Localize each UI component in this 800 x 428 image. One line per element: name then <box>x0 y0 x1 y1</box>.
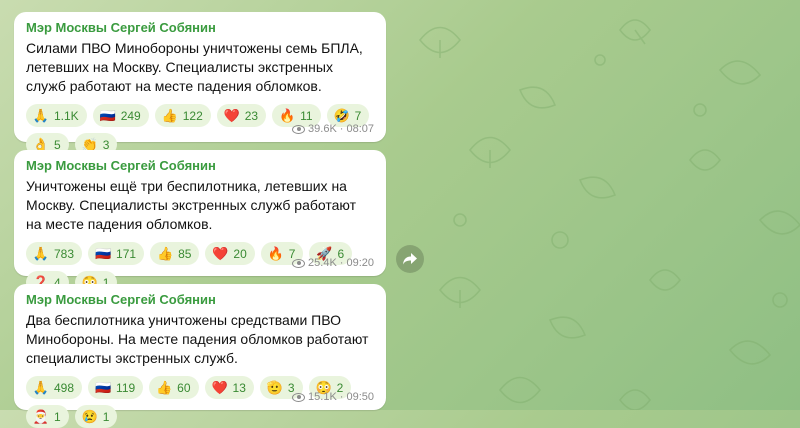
thumbs-up-icon: 👍 <box>156 380 173 395</box>
message-meta: 25.4K · 09:20 <box>292 257 374 269</box>
crying-face-icon: 😢 <box>81 409 98 424</box>
message-bubble[interactable]: Мэр Москвы Сергей Собянин Уничтожены ещё… <box>14 150 386 294</box>
view-count: 25.4K <box>308 257 337 269</box>
message-text: Два беспилотника уничтожены средствами П… <box>26 312 369 366</box>
message-time: 08:07 <box>346 123 374 135</box>
reaction-thumbs-up[interactable]: 👍 122 <box>154 104 211 127</box>
reaction-russia-flag[interactable]: 🇷🇺 119 <box>88 376 144 399</box>
russia-flag-icon: 🇷🇺 <box>99 108 116 123</box>
reaction-count: 171 <box>116 246 137 261</box>
reaction-heart[interactable]: ❤️ 13 <box>204 376 254 399</box>
reaction-count: 85 <box>178 246 192 261</box>
reaction-pray[interactable]: 🙏 1.1K <box>26 104 87 127</box>
reaction-pray[interactable]: 🙏 783 <box>26 242 83 265</box>
santa-icon: 🎅 <box>32 409 50 424</box>
pray-icon: 🙏 <box>32 108 50 123</box>
reaction-count: 23 <box>244 108 259 123</box>
message-author[interactable]: Мэр Москвы Сергей Собянин <box>26 20 374 36</box>
message-text: Уничтожены ещё три беспилотника, летевши… <box>26 178 356 232</box>
message-author[interactable]: Мэр Москвы Сергей Собянин <box>26 292 374 308</box>
meta-separator: · <box>339 257 344 269</box>
reaction-count: 1.1K <box>54 108 79 123</box>
meta-separator: · <box>339 123 344 135</box>
reaction-russia-flag[interactable]: 🇷🇺 171 <box>88 242 145 265</box>
heart-icon: ❤️ <box>212 246 229 261</box>
reaction-heart[interactable]: ❤️ 20 <box>205 242 255 265</box>
reaction-heart[interactable]: ❤️ 23 <box>216 104 267 127</box>
russia-flag-icon: 🇷🇺 <box>94 380 112 395</box>
salute-face-icon: 🫡 <box>266 380 283 395</box>
message-time: 09:50 <box>346 391 374 403</box>
reaction-count: 249 <box>120 108 141 123</box>
reaction-thumbs-up[interactable]: 👍 60 <box>149 376 199 399</box>
message-time: 09:20 <box>346 257 374 269</box>
reaction-count: 498 <box>54 380 75 395</box>
reaction-pray[interactable]: 🙏 498 <box>26 376 83 399</box>
reaction-russia-flag[interactable]: 🇷🇺 249 <box>92 104 149 127</box>
heart-icon: ❤️ <box>223 108 240 123</box>
reaction-count: 11 <box>300 108 313 123</box>
reaction-count: 1 <box>102 409 110 424</box>
reaction-crying[interactable]: 😢 1 <box>74 405 118 428</box>
heart-icon: ❤️ <box>211 380 228 395</box>
message-bubble[interactable]: Мэр Москвы Сергей Собянин Силами ПВО Мин… <box>14 12 386 156</box>
forward-button[interactable] <box>396 245 424 273</box>
reaction-count: 119 <box>116 380 136 395</box>
thumbs-up-icon: 👍 <box>161 108 178 123</box>
reaction-count: 60 <box>177 380 191 395</box>
reaction-count: 20 <box>233 246 247 261</box>
message-author[interactable]: Мэр Москвы Сергей Собянин <box>26 158 374 174</box>
meta-separator: · <box>339 391 344 403</box>
message-bubble[interactable]: Мэр Москвы Сергей Собянин Два беспилотни… <box>14 284 386 428</box>
fire-icon: 🔥 <box>267 246 284 261</box>
view-count: 39.6K <box>308 123 337 135</box>
reaction-count: 122 <box>182 108 203 123</box>
thumbs-up-icon: 👍 <box>156 246 174 261</box>
laughing-face-icon: 🤣 <box>333 108 350 123</box>
pray-icon: 🙏 <box>32 380 50 395</box>
view-count: 15.1K <box>308 391 337 403</box>
reaction-count: 783 <box>54 246 75 261</box>
views-eye-icon <box>292 258 306 268</box>
reaction-thumbs-up[interactable]: 👍 85 <box>150 242 200 265</box>
fire-icon: 🔥 <box>279 108 296 123</box>
message-meta: 39.6K · 08:07 <box>292 123 374 135</box>
reaction-count: 13 <box>232 380 246 395</box>
russia-flag-icon: 🇷🇺 <box>94 246 112 261</box>
reaction-count: 1 <box>54 409 61 424</box>
message-meta: 15.1K · 09:50 <box>292 391 374 403</box>
views-eye-icon <box>292 392 306 402</box>
views-eye-icon <box>292 124 306 134</box>
share-arrow-icon <box>403 253 417 265</box>
reaction-count: 7 <box>354 108 362 123</box>
reaction-santa[interactable]: 🎅 1 <box>26 405 69 428</box>
pray-icon: 🙏 <box>32 246 50 261</box>
message-text: Силами ПВО Минобороны уничтожены семь БП… <box>26 40 363 94</box>
